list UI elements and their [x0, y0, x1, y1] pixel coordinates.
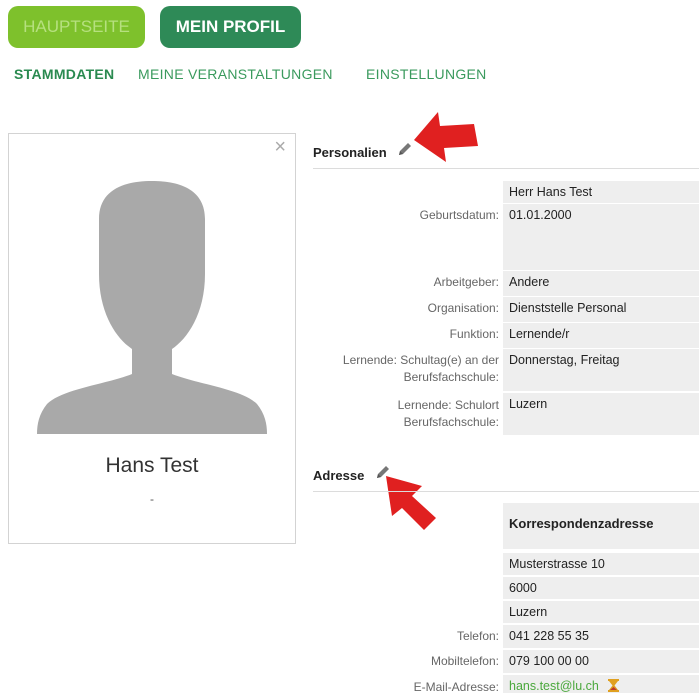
email-link[interactable]: hans.test@lu.ch [509, 679, 599, 693]
profile-subtitle: - [150, 492, 154, 506]
annotation-arrow-icon [386, 476, 436, 530]
adresse-title: Adresse [313, 468, 365, 483]
funktion-value: Lernende/r [503, 323, 699, 348]
korrespondenzadresse-heading: Korrespondenzadresse [503, 503, 699, 549]
geburtsdatum-value: 01.01.2000 [503, 204, 699, 270]
schulort-value: Luzern [503, 393, 699, 435]
funktion-label: Funktion: [449, 327, 499, 341]
arbeitgeber-value: Andere [503, 271, 699, 296]
address-street: Musterstrasse 10 [503, 553, 699, 575]
organisation-label: Organisation: [427, 301, 499, 315]
profile-card: × Hans Test - [8, 133, 296, 544]
divider [313, 168, 699, 169]
edit-personalien-pencil-icon[interactable] [397, 141, 413, 157]
geburtsdatum-label: Geburtsdatum: [419, 208, 499, 222]
avatar-placeholder-icon [37, 181, 267, 434]
personalien-name-value: Herr Hans Test [503, 181, 699, 203]
email-label: E-Mail-Adresse: [413, 680, 499, 694]
address-zip: 6000 [503, 577, 699, 599]
mobiltelefon-value: 079 100 00 00 [503, 650, 699, 673]
personalien-title: Personalien [313, 145, 387, 160]
schulort-label: Lernende: Schulort Berufsfachschule: [397, 398, 499, 429]
tab-stammdaten[interactable]: STAMMDATEN [14, 66, 114, 82]
tab-einstellungen[interactable]: EINSTELLUNGEN [366, 66, 487, 82]
tab-meine-veranstaltungen[interactable]: MEINE VERANSTALTUNGEN [138, 66, 333, 82]
organisation-value: Dienststelle Personal [503, 297, 699, 322]
hourglass-icon [608, 679, 620, 692]
telefon-value: 041 228 55 35 [503, 625, 699, 648]
arbeitgeber-label: Arbeitgeber: [433, 275, 499, 289]
my-profile-button[interactable]: MEIN PROFIL [160, 6, 301, 48]
profile-name: Hans Test [105, 454, 199, 477]
divider [313, 491, 699, 492]
close-icon[interactable]: × [274, 136, 286, 159]
schultag-label: Lernende: Schultag(e) an der Berufsfachs… [342, 353, 499, 384]
schultag-value: Donnerstag, Freitag [503, 349, 699, 391]
annotation-arrow-icon [414, 112, 478, 162]
telefon-label: Telefon: [456, 629, 499, 643]
mobiltelefon-label: Mobiltelefon: [430, 654, 499, 668]
email-value-row: hans.test@lu.ch [503, 675, 699, 693]
home-button[interactable]: HAUPTSEITE [8, 6, 145, 48]
address-city: Luzern [503, 601, 699, 623]
